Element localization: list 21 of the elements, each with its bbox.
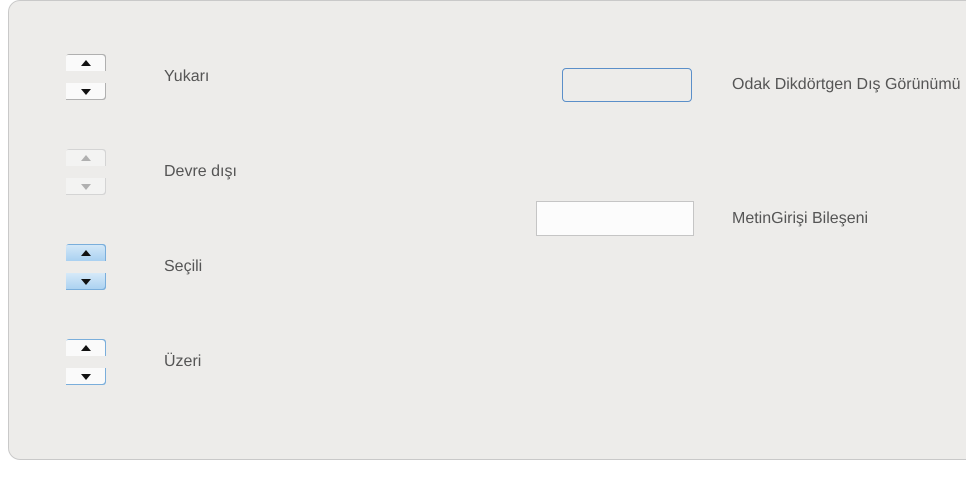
spin-up-button[interactable] [66, 339, 106, 356]
down-arrow-icon [81, 278, 91, 284]
spin-down-button[interactable] [66, 273, 106, 290]
up-arrow-icon [81, 344, 91, 350]
down-arrow-icon [81, 374, 91, 380]
spin-down-button[interactable] [66, 368, 106, 385]
spinner-label: Yukarı [164, 68, 210, 86]
up-arrow-icon [81, 250, 91, 256]
spin-up-button[interactable] [66, 244, 106, 261]
spinner-label: Seçili [164, 258, 202, 276]
focus-rectangle-label: Odak Dikdörtgen Dış Görünümü [732, 76, 961, 94]
spinner-label: Devre dışı [164, 163, 237, 181]
text-input-label: MetinGirişi Bileşeni [732, 210, 868, 228]
down-arrow-icon [81, 88, 91, 94]
spin-down-button[interactable] [66, 83, 106, 100]
up-arrow-icon [81, 154, 91, 160]
up-arrow-icon [81, 60, 91, 66]
text-input-field[interactable] [536, 201, 694, 236]
spin-up-button[interactable] [66, 54, 106, 71]
spinner-label: Üzeri [164, 353, 202, 371]
down-arrow-icon [81, 184, 91, 190]
